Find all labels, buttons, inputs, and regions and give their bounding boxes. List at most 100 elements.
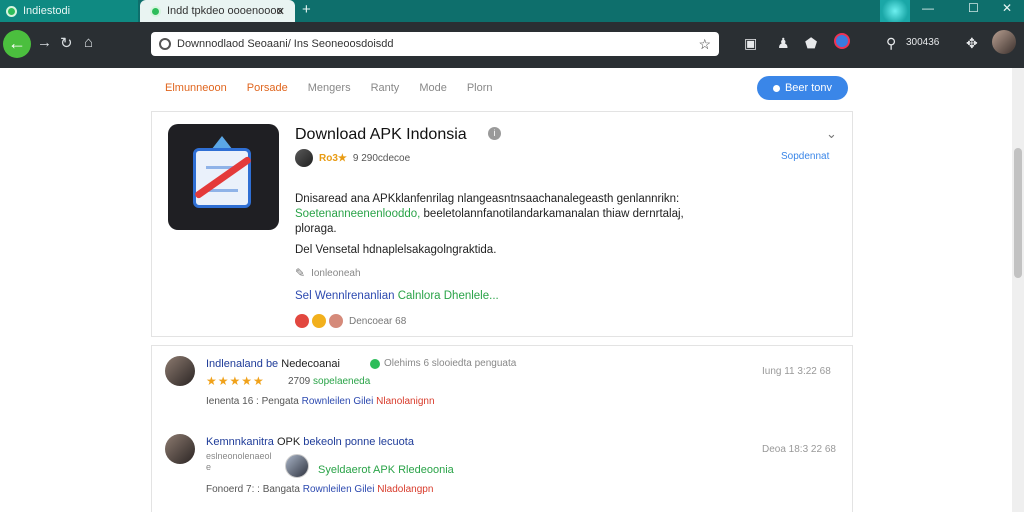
reviewer-avatar xyxy=(165,434,195,464)
app-tagline[interactable]: Sel Wennlrenanlian Calnlora Dhenlele... xyxy=(295,290,499,302)
screen-share-icon[interactable]: ▣ xyxy=(744,35,757,52)
app-title: Download APK Indonsia xyxy=(295,126,467,143)
review-footer-flag[interactable]: Nladolangpn xyxy=(377,484,433,495)
tagline-highlight: Calnlora xyxy=(397,290,441,302)
reviewer-avatar xyxy=(165,356,195,386)
tagline-text: Sel Wennlrenanlian xyxy=(295,290,398,302)
reviewer-name-text: Indlenaland be xyxy=(206,358,279,370)
review-footer: Ienenta 16 : Pengata Rownleilen Gilei Nl… xyxy=(206,396,435,407)
new-tab-button[interactable]: + xyxy=(302,1,311,18)
reply-row[interactable]: ✎ Ionleoneah xyxy=(295,266,361,280)
reviewer-name[interactable]: Kemnnkanitra OPK bekeoln ponne lecuota xyxy=(206,436,414,448)
reviews-panel: Indlenaland be Nedecoanai Olehims 6 sloo… xyxy=(151,345,853,512)
move-icon[interactable]: ✥ xyxy=(966,35,978,52)
bookmark-star-icon[interactable]: ☆ xyxy=(698,36,711,53)
page-scrollbar[interactable] xyxy=(1012,68,1024,512)
reviewer-name-bold: Nedecoanai xyxy=(281,358,340,370)
review-small-line: e xyxy=(206,462,212,472)
tab-active[interactable]: Indd tpkdeo oooenoooo ✕ xyxy=(140,0,295,22)
close-tab-icon[interactable]: ✕ xyxy=(276,5,285,18)
reaction-avatar-icon[interactable] xyxy=(329,314,343,328)
review-subtitle: Olehims 6 slooiedta penguata xyxy=(370,358,516,369)
maximize-button[interactable]: ☐ xyxy=(968,1,979,15)
shield-icon[interactable]: ⬟ xyxy=(805,35,817,52)
review-count: 2709 sopelaeneda xyxy=(288,376,370,387)
forward-icon[interactable]: → xyxy=(37,34,52,51)
app-icon xyxy=(168,124,279,230)
reaction-heart-icon[interactable] xyxy=(295,314,309,328)
review-footer: Fonoerd 7: : Bangata Rownleilen Gilei Nl… xyxy=(206,484,433,495)
site-nav: Elmunneoon Porsade Mengers Ranty Mode Pl… xyxy=(165,82,513,94)
review-footer-text: Fonoerd 7: : Bangata xyxy=(206,484,303,495)
review-item: Kemnnkanitra OPK bekeoln ponne lecuota e… xyxy=(152,424,852,504)
reactions-label: Dencoear 68 xyxy=(349,315,407,327)
reply-label: Ionleoneah xyxy=(311,267,361,279)
review-footer-link[interactable]: Rownleilen Gilei xyxy=(302,396,374,407)
description-highlight: Soetenanneenenlooddo, xyxy=(295,208,421,220)
review-date: Iung 11 3:22 68 xyxy=(762,366,831,377)
verified-icon xyxy=(370,358,380,369)
rating-value: Rᴏ3★ xyxy=(319,152,347,164)
review-count-label: sopelaeneda xyxy=(313,376,371,387)
description-extra: Del Vensetal hdnaplelsakagolngraktida. xyxy=(295,244,497,256)
developer-avatar xyxy=(295,149,313,167)
home-icon[interactable]: ⌂ xyxy=(84,34,93,51)
nav-link[interactable]: Mode xyxy=(419,82,447,94)
toolbar-counter: 300436 xyxy=(906,37,940,48)
url-text: Downnodlaod Seoaani/ Ins Seoneoosdoisdd xyxy=(177,38,394,50)
developer-row: Rᴏ3★ 9 290cdecoe xyxy=(295,149,410,167)
scrollbar-thumb[interactable] xyxy=(1014,148,1022,278)
tab-label: Indd tpkdeo oooenoooo xyxy=(167,5,283,17)
app-card: Download APK Indonsia i ⌄ Rᴏ3★ 9 290cdec… xyxy=(151,111,853,337)
app-description: Dnisaread ana APKklanfenrilag nlangeasnt… xyxy=(295,192,715,237)
review-date: Deoa 18:3 22 68 xyxy=(762,444,836,455)
cta-button[interactable]: Beer tonv xyxy=(757,76,848,100)
cta-dot-icon xyxy=(772,84,780,92)
address-bar[interactable]: Downnodlaod Seoaani/ Ins Seoneoosdoisdd … xyxy=(151,32,719,56)
side-link[interactable]: Sopdennat xyxy=(781,151,829,162)
close-window-button[interactable]: ✕ xyxy=(1002,1,1012,15)
tab-label: Indiestodi xyxy=(23,5,71,17)
reviewer-name-bold: OPK xyxy=(276,436,301,448)
review-footer-flag[interactable]: Nlanolanignn xyxy=(376,396,434,407)
profile-glow xyxy=(880,0,910,22)
nav-link[interactable]: Porsade xyxy=(247,82,288,94)
extension-icon[interactable]: ♟ xyxy=(777,35,790,52)
site-favicon-icon xyxy=(6,5,17,17)
reviewer-name[interactable]: Indlenaland be Nedecoanai xyxy=(206,358,340,370)
review-stars: ★★★★★ xyxy=(206,374,265,388)
location-icon[interactable]: ⚲ xyxy=(886,35,896,52)
info-icon[interactable]: i xyxy=(488,127,501,140)
review-subtitle-text: Olehims 6 slooiedta penguata xyxy=(384,358,517,369)
site-info-icon[interactable] xyxy=(159,38,171,50)
nav-link[interactable]: Mengers xyxy=(308,82,351,94)
nav-link[interactable]: Ranty xyxy=(371,82,400,94)
reload-icon[interactable]: ↻ xyxy=(60,34,73,52)
review-footer-text: Ienenta 16 : Pengata xyxy=(206,396,302,407)
reviewer-name-text: Kemnnkanitra xyxy=(206,436,274,448)
tab-inactive[interactable]: Indiestodi xyxy=(0,0,138,22)
reactions-row: Dencoear 68 xyxy=(295,314,406,328)
profile-avatar[interactable] xyxy=(992,30,1016,54)
browser-toolbar: ← → ↻ ⌂ Downnodlaod Seoaani/ Ins Seoneoo… xyxy=(0,22,1024,68)
title-bar: Indiestodi Indd tpkdeo oooenoooo ✕ + — ☐… xyxy=(0,0,1024,22)
nav-link[interactable]: Plorn xyxy=(467,82,493,94)
reply-icon: ✎ xyxy=(295,266,306,280)
description-line: ploraga. xyxy=(295,223,337,235)
site-favicon-icon xyxy=(150,5,161,17)
tagline-tail: Dhenlele... xyxy=(440,290,499,302)
minimize-button[interactable]: — xyxy=(922,1,934,15)
review-footer-link[interactable]: Rownleilen Gilei xyxy=(303,484,375,495)
review-green-text[interactable]: Syeldaerot APK Rledeoonia xyxy=(318,464,454,476)
description-line: beeletolannfanotilandarkamanalan thiaw d… xyxy=(420,208,684,220)
rating-count: 9 290cdecoe xyxy=(352,152,411,164)
reaction-smile-icon[interactable] xyxy=(312,314,326,328)
chevron-down-icon[interactable]: ⌄ xyxy=(826,126,837,142)
back-button[interactable]: ← xyxy=(3,30,31,58)
review-item: Indlenaland be Nedecoanai Olehims 6 sloo… xyxy=(152,346,852,426)
review-small-line: eslneonolenaeol xyxy=(206,451,272,461)
review-small-text: eslneonolenaeol e xyxy=(206,451,272,473)
nav-link[interactable]: Elmunneoon xyxy=(165,82,227,94)
extension-badge-icon[interactable] xyxy=(834,33,850,49)
reviewer-name-tail: bekeoln ponne lecuota xyxy=(300,436,414,448)
